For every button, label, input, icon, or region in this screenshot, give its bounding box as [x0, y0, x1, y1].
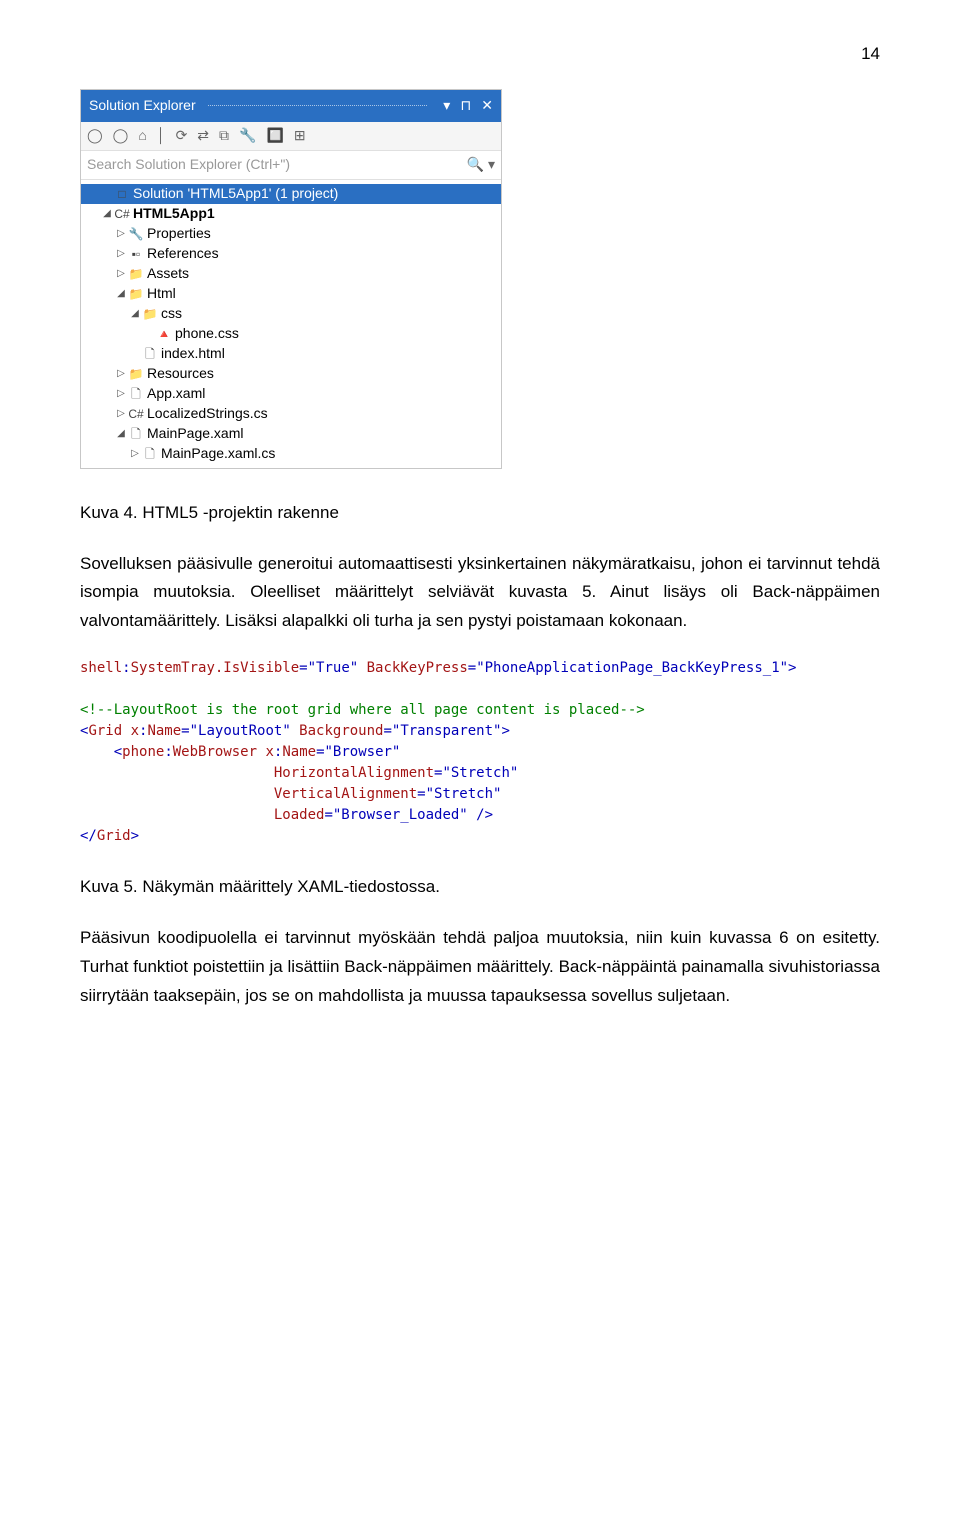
- tree-item[interactable]: ▷🗋MainPage.xaml.cs: [81, 444, 501, 464]
- close-icon[interactable]: ✕: [481, 94, 493, 118]
- figure-caption-5: Kuva 5. Näkymän määrittely XAML-tiedosto…: [80, 873, 880, 902]
- wrench-icon[interactable]: 🔧: [239, 124, 256, 148]
- file-icon: 🗋: [127, 424, 145, 444]
- expand-arrow-icon[interactable]: ◢: [129, 305, 141, 322]
- expand-arrow-icon[interactable]: ◢: [101, 205, 113, 222]
- view-icon[interactable]: 🔲: [266, 124, 283, 148]
- figure-caption-4: Kuva 4. HTML5 -projektin rakenne: [80, 499, 880, 528]
- search-icon[interactable]: 🔍 ▾: [467, 153, 495, 177]
- file-icon: 📁: [127, 264, 145, 284]
- page-number: 14: [80, 40, 880, 69]
- sync-icon[interactable]: ⇄: [197, 124, 209, 148]
- file-icon: C#: [113, 204, 131, 224]
- tree-item[interactable]: 🔺phone.css: [81, 324, 501, 344]
- expand-arrow-icon[interactable]: ▷: [115, 225, 127, 242]
- file-icon: 📁: [127, 284, 145, 304]
- xaml-code-block: shell:SystemTray.IsVisible="True" BackKe…: [80, 658, 880, 847]
- home-icon[interactable]: ⌂: [138, 124, 146, 148]
- paragraph-2: Pääsivun koodipuolella ei tarvinnut myös…: [80, 924, 880, 1011]
- expand-arrow-icon[interactable]: ▷: [115, 245, 127, 262]
- solution-explorer-panel: Solution Explorer ▾ ⊓ ✕ ◯ ◯ ⌂ │ ⟳ ⇄ ⧉ 🔧 …: [80, 89, 502, 469]
- tree-item[interactable]: ▷C#LocalizedStrings.cs: [81, 404, 501, 424]
- solution-tree: □Solution 'HTML5App1' (1 project)◢C#HTML…: [81, 180, 501, 468]
- file-icon: 🗋: [127, 384, 145, 404]
- tree-item[interactable]: ▷📁Resources: [81, 364, 501, 384]
- file-icon: ▪▫: [127, 244, 145, 264]
- pin-icon[interactable]: ⊓: [460, 94, 471, 118]
- tree-item[interactable]: ◢🗋MainPage.xaml: [81, 424, 501, 444]
- tree-item[interactable]: ◢📁Html: [81, 284, 501, 304]
- collapse-icon[interactable]: ⧉: [219, 124, 229, 148]
- file-icon: 🗋: [141, 444, 159, 464]
- search-placeholder: Search Solution Explorer (Ctrl+"): [87, 153, 290, 177]
- back-icon[interactable]: ◯: [87, 124, 103, 148]
- expand-arrow-icon[interactable]: ▷: [115, 365, 127, 382]
- tree-item[interactable]: ◢C#HTML5App1: [81, 204, 501, 224]
- expand-arrow-icon[interactable]: ▷: [129, 445, 141, 462]
- tree-item[interactable]: 🗋index.html: [81, 344, 501, 364]
- file-icon: 📁: [141, 304, 159, 324]
- search-box[interactable]: Search Solution Explorer (Ctrl+") 🔍 ▾: [81, 151, 501, 180]
- add-icon[interactable]: ⊞: [294, 124, 306, 148]
- tree-item[interactable]: ▷▪▫References: [81, 244, 501, 264]
- expand-arrow-icon[interactable]: ◢: [115, 285, 127, 302]
- tree-item[interactable]: ▷🔧Properties: [81, 224, 501, 244]
- file-icon: □: [113, 184, 131, 204]
- paragraph-1: Sovelluksen pääsivulle generoitui automa…: [80, 550, 880, 637]
- expand-arrow-icon[interactable]: ◢: [115, 425, 127, 442]
- tree-item-label: MainPage.xaml.cs: [161, 442, 275, 466]
- expand-arrow-icon[interactable]: ▷: [115, 265, 127, 282]
- forward-icon[interactable]: ◯: [113, 124, 129, 148]
- file-icon: 📁: [127, 364, 145, 384]
- panel-titlebar: Solution Explorer ▾ ⊓ ✕: [81, 90, 501, 122]
- expand-arrow-icon[interactable]: ▷: [115, 405, 127, 422]
- expand-arrow-icon[interactable]: ▷: [115, 385, 127, 402]
- file-icon: C#: [127, 404, 145, 424]
- toolbar: ◯ ◯ ⌂ │ ⟳ ⇄ ⧉ 🔧 🔲 ⊞: [81, 122, 501, 151]
- tree-item[interactable]: □Solution 'HTML5App1' (1 project): [81, 184, 501, 204]
- dropdown-icon[interactable]: ▾: [443, 94, 450, 118]
- file-icon: 🔧: [127, 224, 145, 244]
- panel-title-text: Solution Explorer: [89, 94, 196, 118]
- refresh-icon[interactable]: ⟳: [176, 124, 188, 148]
- tree-item[interactable]: ◢📁css: [81, 304, 501, 324]
- titlebar-filler: [208, 105, 428, 106]
- separator: │: [157, 124, 166, 148]
- tree-item[interactable]: ▷📁Assets: [81, 264, 501, 284]
- tree-item[interactable]: ▷🗋App.xaml: [81, 384, 501, 404]
